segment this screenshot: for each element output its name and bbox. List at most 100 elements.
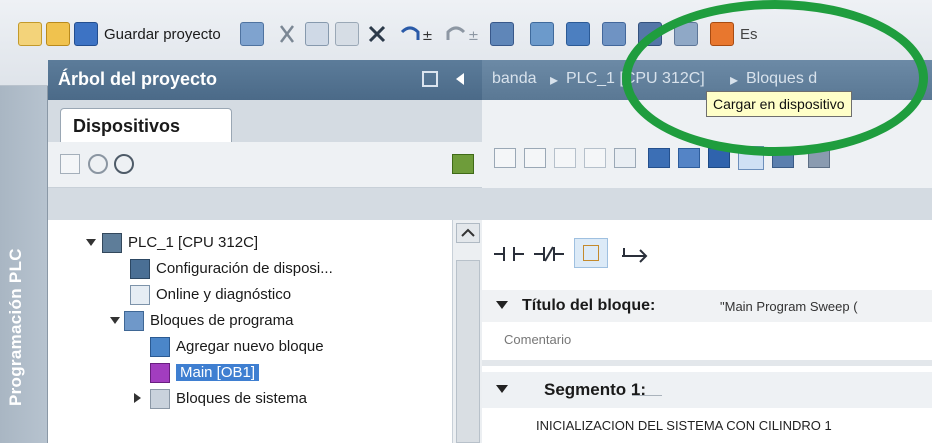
block-comment-field[interactable]: Comentario	[504, 332, 571, 347]
tree-item-label: Main [OB1]	[176, 364, 260, 381]
ladder-favorites-bar	[482, 220, 932, 280]
favorites-icon[interactable]	[614, 148, 636, 168]
expand-all-icon[interactable]	[648, 148, 670, 168]
forward-icon[interactable]	[114, 154, 134, 174]
tree-item-label: Online y diagnóstico	[156, 286, 292, 303]
scrollbar-thumb[interactable]	[456, 260, 480, 443]
add-to-tree-icon[interactable]	[452, 154, 474, 174]
save-icon[interactable]	[74, 22, 98, 46]
side-tab-strip[interactable]: Programación PLC	[0, 86, 48, 443]
go-offline-icon[interactable]	[638, 22, 662, 46]
tree-item-program-blocks[interactable]: Bloques de programa	[110, 308, 440, 334]
paste-icon[interactable]	[335, 22, 359, 46]
diagnostics-icon	[130, 285, 150, 305]
tab-dispositivos-label: Dispositivos	[73, 116, 181, 136]
expanded-arrow-icon[interactable]	[496, 385, 508, 395]
block-title-label: Título del bloque:	[522, 297, 656, 314]
delete-icon[interactable]	[365, 22, 389, 46]
breadcrumb-item[interactable]: Bloques d	[746, 70, 817, 88]
tooltip: Cargar en dispositivo	[706, 91, 852, 117]
tree-tab-strip: Dispositivos	[48, 100, 482, 142]
accessible-devices-icon[interactable]	[710, 22, 734, 46]
copy-icon[interactable]	[305, 22, 329, 46]
segment-header[interactable]: Segmento 1:	[482, 372, 932, 408]
segment-title: Segmento 1:	[544, 380, 647, 399]
new-device-icon[interactable]	[60, 154, 80, 174]
tab-dispositivos[interactable]: Dispositivos	[60, 108, 232, 142]
download-icon[interactable]	[530, 22, 554, 46]
block-title-value[interactable]: "Main Program Sweep (	[720, 299, 858, 314]
segment-title-field[interactable]	[632, 395, 662, 396]
block-editor: banda ▸ PLC_1 [CPU 312C] ▸ Bloques d Tít…	[482, 60, 932, 443]
expanded-arrow-icon[interactable]	[110, 317, 120, 324]
tree-scrollbar[interactable]	[452, 220, 482, 443]
cpu-icon	[102, 233, 122, 253]
tree-item-online-diagnostics[interactable]: Online y diagnóstico	[130, 282, 450, 308]
panel-layout-icon[interactable]	[422, 71, 438, 87]
tree-item-label: Agregar nuevo bloque	[176, 338, 324, 355]
editor-subbar	[482, 188, 932, 220]
divider	[482, 360, 932, 366]
go-online-icon[interactable]	[602, 22, 626, 46]
tree-item-label: Configuración de disposi...	[156, 260, 333, 277]
redo-icon[interactable]: ±	[444, 22, 479, 46]
project-tree: PLC_1 [CPU 312C] Configuración de dispos…	[48, 220, 452, 443]
normally-open-contact-icon[interactable]	[494, 244, 524, 264]
ob-block-icon	[150, 363, 170, 383]
tree-item-plc[interactable]: PLC_1 [CPU 312C]	[86, 230, 446, 256]
tree-item-system-blocks[interactable]: Bloques de sistema	[134, 386, 450, 412]
expanded-arrow-icon[interactable]	[86, 239, 96, 246]
monitor-icon[interactable]	[674, 22, 698, 46]
tree-item-main-ob1[interactable]: Main [OB1]	[150, 360, 450, 386]
add-block-icon	[150, 337, 170, 357]
tree-toolbar	[48, 142, 482, 188]
comments-toggle-icon[interactable]	[738, 146, 764, 170]
project-tree-panel: Árbol del proyecto Dispositivos PLC_1 [C…	[48, 60, 482, 443]
expanded-arrow-icon[interactable]	[496, 301, 508, 311]
open-project-icon[interactable]	[46, 22, 70, 46]
project-tree-title: Árbol del proyecto	[58, 69, 218, 89]
tree-item-label: PLC_1 [CPU 312C]	[128, 234, 259, 251]
segment-comment[interactable]: INICIALIZACION DEL SISTEMA CON CILINDRO …	[536, 418, 832, 433]
toolbar-partial-label: Es	[740, 26, 758, 43]
breadcrumb-item[interactable]: banda	[492, 70, 537, 88]
address-icon[interactable]	[772, 148, 794, 168]
new-project-icon[interactable]	[18, 22, 42, 46]
save-project-button[interactable]: Guardar proyecto	[104, 26, 221, 43]
side-strip-label: Programación PLC	[6, 248, 25, 406]
breadcrumb-item[interactable]: PLC_1 [CPU 312C]	[566, 70, 705, 88]
delete-network-icon[interactable]	[524, 148, 546, 168]
cut-icon[interactable]	[275, 22, 299, 46]
block-title-row[interactable]: Título del bloque: "Main Program Sweep (	[482, 290, 932, 322]
tree-item-label: Bloques de programa	[150, 312, 294, 329]
device-config-icon	[130, 259, 150, 279]
print-icon[interactable]	[240, 22, 264, 46]
collapse-all-icon[interactable]	[678, 148, 700, 168]
collapsed-arrow-icon[interactable]	[134, 393, 141, 403]
project-tree-header: Árbol del proyecto	[48, 60, 482, 100]
tree-spacer	[48, 188, 482, 220]
insert-row-icon[interactable]	[554, 148, 576, 168]
more-tools-icon[interactable]	[808, 148, 830, 168]
scroll-up-button[interactable]	[456, 223, 480, 243]
folder-icon	[124, 311, 144, 331]
back-icon[interactable]	[88, 154, 108, 174]
empty-box-icon[interactable]	[574, 238, 608, 268]
undo-icon[interactable]: ±	[398, 22, 433, 46]
insert-network-icon[interactable]	[494, 148, 516, 168]
folder-icon	[150, 389, 170, 409]
normally-closed-contact-icon[interactable]	[534, 244, 564, 264]
breadcrumb-separator-icon: ▸	[550, 72, 559, 89]
tree-item-add-block[interactable]: Agregar nuevo bloque	[150, 334, 450, 360]
add-row-icon[interactable]	[584, 148, 606, 168]
open-branch-icon[interactable]	[622, 244, 652, 264]
tree-item-label: Bloques de sistema	[176, 390, 307, 407]
svg-text:±: ±	[468, 29, 479, 44]
collapse-panel-icon[interactable]	[452, 71, 468, 87]
tree-item-device-config[interactable]: Configuración de disposi...	[130, 256, 450, 282]
svg-text:±: ±	[422, 29, 433, 44]
compile-icon[interactable]	[490, 22, 514, 46]
network-view-icon[interactable]	[708, 148, 730, 168]
upload-icon[interactable]	[566, 22, 590, 46]
breadcrumb-separator-icon: ▸	[730, 72, 739, 89]
